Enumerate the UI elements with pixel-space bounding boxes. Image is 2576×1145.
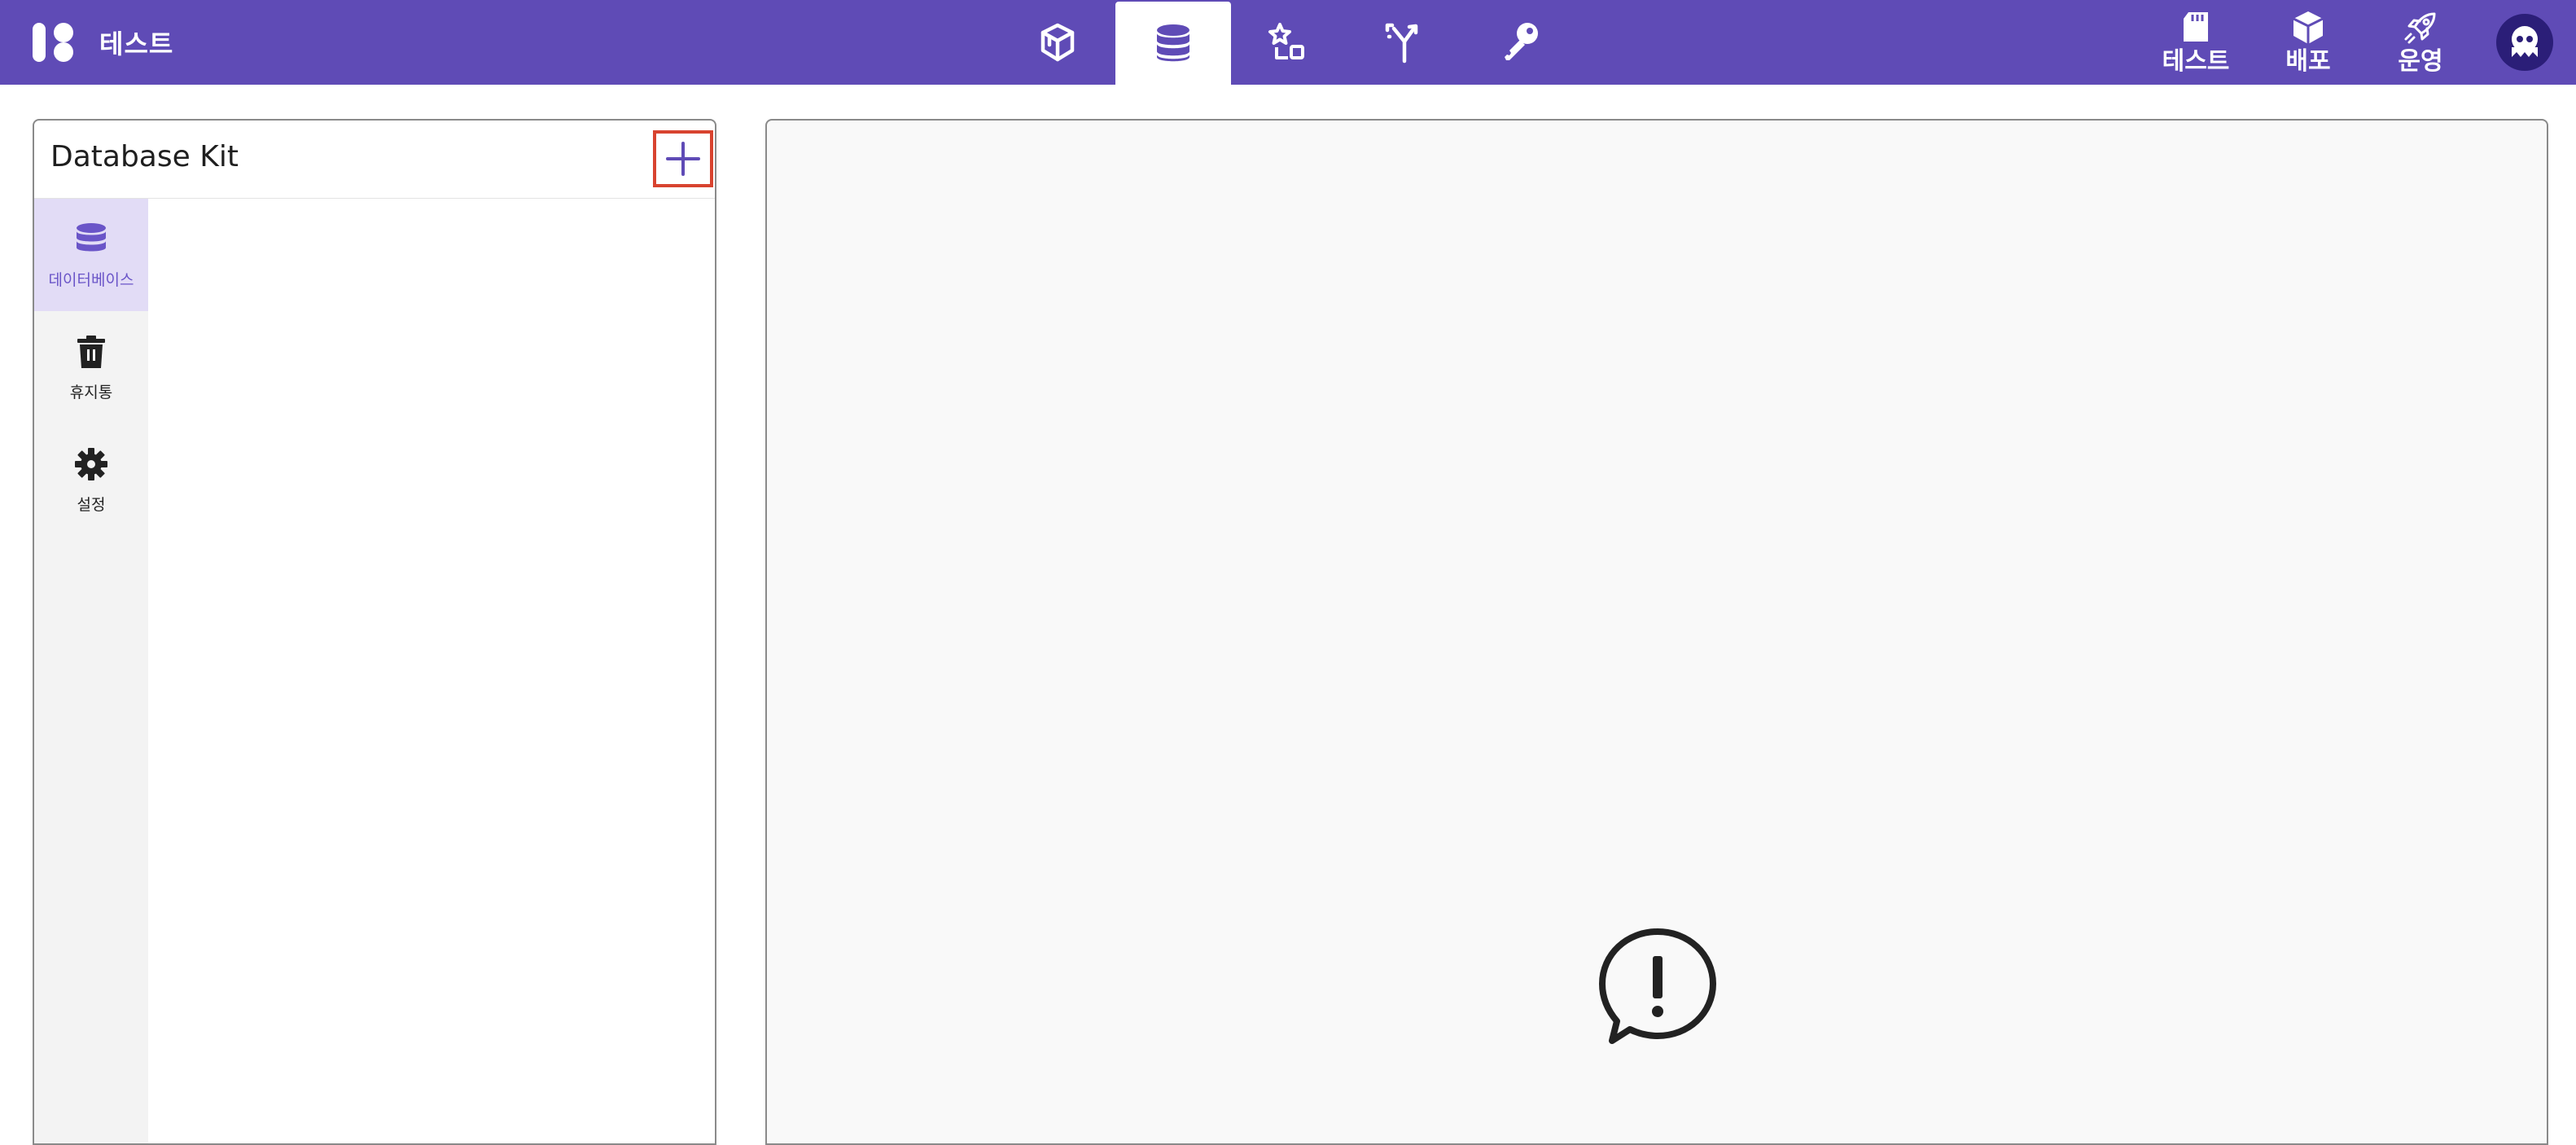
alert-speech-bubble-icon xyxy=(1599,928,1716,1044)
side-nav: 데이터베이스 휴지통 설정 xyxy=(34,199,148,1143)
sidebar-item-label: 설정 xyxy=(77,495,106,514)
tab-shapes[interactable] xyxy=(1231,0,1347,85)
tab-database[interactable] xyxy=(1115,2,1231,85)
tab-keys[interactable] xyxy=(1462,0,1578,85)
right-nav: 테스트 배포 운영 xyxy=(2140,0,2553,85)
rocket-icon xyxy=(2404,12,2436,44)
brand[interactable]: 테스트 xyxy=(31,20,173,65)
tab-branch[interactable] xyxy=(1347,0,1462,85)
user-avatar-icon xyxy=(2512,26,2538,57)
panel-title: Database Kit xyxy=(50,140,239,173)
database-kit-panel: Database Kit 데이터베이스 휴지통 설정 xyxy=(33,119,716,1145)
shapes-icon xyxy=(1268,23,1304,59)
database-icon xyxy=(1157,24,1189,62)
top-bar: 테스트 테스트 배포 운영 xyxy=(0,0,2576,85)
sidebar-item-label: 데이터베이스 xyxy=(48,270,134,289)
nav-test[interactable]: 테스트 xyxy=(2140,0,2252,85)
nav-operation-label: 운영 xyxy=(2398,47,2443,76)
main-tabs xyxy=(1000,0,1578,85)
database-icon xyxy=(77,222,106,251)
nav-operation[interactable]: 운영 xyxy=(2364,0,2477,85)
gear-icon xyxy=(75,447,107,480)
sidebar-item-settings[interactable]: 설정 xyxy=(34,423,148,536)
sidebar-item-label: 휴지통 xyxy=(69,383,113,401)
branch-arrows-icon xyxy=(1385,23,1418,64)
trash-icon xyxy=(77,335,105,368)
key-icon xyxy=(1505,23,1538,60)
nav-deploy-label: 배포 xyxy=(2285,47,2331,76)
tab-components[interactable] xyxy=(1000,0,1115,85)
sd-card-icon xyxy=(2184,12,2208,42)
add-button[interactable] xyxy=(653,130,713,187)
nav-deploy[interactable]: 배포 xyxy=(2252,0,2364,85)
nav-test-label: 테스트 xyxy=(2162,47,2230,76)
cube-icon xyxy=(1040,23,1075,62)
plus-icon xyxy=(666,142,700,176)
sidebar-item-database[interactable]: 데이터베이스 xyxy=(34,199,148,311)
avatar[interactable] xyxy=(2496,14,2553,71)
package-icon xyxy=(2293,11,2324,44)
panel-header: Database Kit xyxy=(34,121,715,199)
app-logo-icon xyxy=(33,23,73,62)
project-name: 테스트 xyxy=(99,29,174,59)
content-panel xyxy=(765,119,2548,1145)
sidebar-item-trash[interactable]: 휴지통 xyxy=(34,311,148,423)
